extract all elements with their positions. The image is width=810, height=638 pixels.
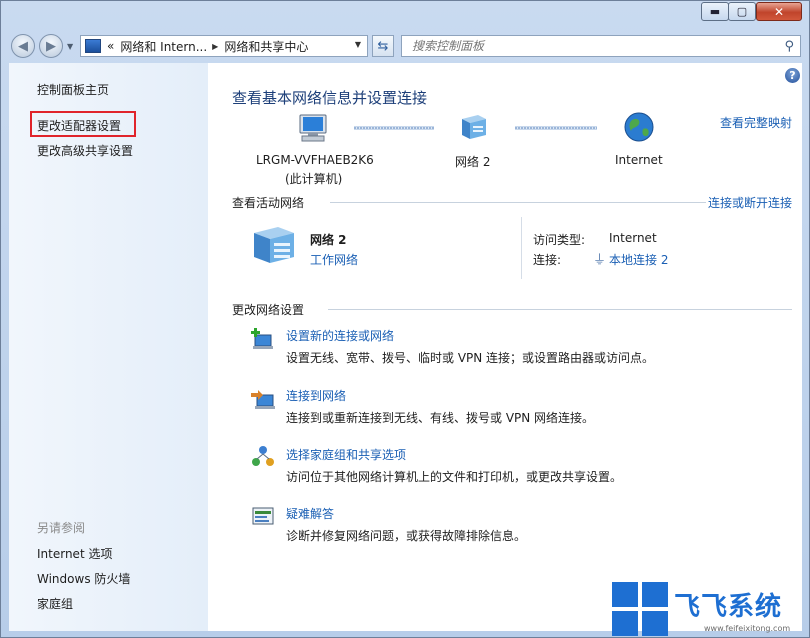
map-link-computer-network (354, 126, 434, 130)
refresh-icon: ⇆ (377, 38, 389, 54)
access-type-value: Internet (609, 231, 657, 245)
breadcrumb-network-internet[interactable]: 网络和 Intern... (120, 38, 207, 55)
back-arrow-icon: ◀ (18, 38, 28, 54)
forward-button[interactable]: ▶ (39, 34, 63, 58)
close-button[interactable]: ✕ (756, 2, 802, 21)
window: ▬ ▢ ✕ ◀ ▶ ▼ « 网络和 Intern... ▶ 网络和共享中心 ▼ … (0, 0, 810, 638)
windows-logo-icon (612, 582, 668, 636)
minimize-button[interactable]: ▬ (701, 2, 729, 21)
active-network-icon (250, 223, 298, 270)
watermark-text: 飞飞系统 (674, 592, 783, 622)
see-also-heading: 另请参阅 (37, 521, 86, 535)
forward-arrow-icon: ▶ (46, 38, 56, 54)
map-link-network-internet (515, 126, 597, 130)
divider (330, 202, 706, 203)
task-new-connection-link[interactable]: 设置新的连接或网络 (286, 327, 394, 344)
sidebar: 控制面板主页 更改适配器设置 更改高级共享设置 另请参阅 Internet 选项… (9, 63, 208, 631)
breadcrumb-separator-icon[interactable]: ▶ (212, 42, 218, 51)
task-connect-network-desc: 连接到或重新连接到无线、有线、拨号或 VPN 网络连接。 (286, 411, 595, 425)
divider (328, 309, 792, 310)
see-also-windows-firewall[interactable]: Windows 防火墙 (37, 570, 130, 587)
help-icon[interactable]: ? (785, 68, 800, 83)
connect-disconnect-link[interactable]: 连接或断开连接 (708, 194, 792, 211)
network-type-link[interactable]: 工作网络 (310, 251, 358, 268)
view-full-map-link[interactable]: 查看完整映射 (720, 114, 792, 131)
connections-label: 连接: (533, 253, 562, 267)
search-input[interactable] (410, 38, 774, 54)
address-dropdown-icon[interactable]: ▼ (355, 40, 361, 49)
task-homegroup-link[interactable]: 选择家庭组和共享选项 (286, 446, 406, 463)
see-also-internet-options[interactable]: Internet 选项 (37, 545, 112, 562)
title-bar: ▬ ▢ ✕ (1, 1, 809, 29)
sidebar-home-link[interactable]: 控制面板主页 (37, 81, 109, 98)
access-type-label: 访问类型: (533, 233, 586, 247)
computer-subtitle: (此计算机) (285, 172, 343, 186)
watermark-url: www.feifeixitong.com (704, 624, 791, 633)
navigation-bar: ◀ ▶ ▼ « 网络和 Intern... ▶ 网络和共享中心 ▼ ⇆ ⚲ (1, 29, 809, 63)
task-homegroup-desc: 访问位于其他网络计算机上的文件和打印机，或更改共享设置。 (286, 470, 623, 484)
recent-pages-dropdown[interactable]: ▼ (67, 42, 73, 51)
task-new-connection-desc: 设置无线、宽带、拨号、临时或 VPN 连接；或设置路由器或访问点。 (286, 351, 655, 365)
troubleshoot-icon (251, 505, 275, 532)
map-internet-label: Internet (615, 153, 663, 167)
active-network-name: 网络 2 (310, 233, 347, 247)
refresh-button[interactable]: ⇆ (372, 35, 394, 57)
change-settings-heading: 更改网络设置 (232, 303, 305, 317)
local-connection-link[interactable]: 本地连接 2 (609, 251, 668, 268)
search-icon[interactable]: ⚲ (784, 39, 794, 54)
breadcrumb-network-sharing-center[interactable]: 网络和共享中心 (224, 38, 308, 55)
sidebar-change-adapter-settings[interactable]: 更改适配器设置 (37, 117, 121, 134)
page-title: 查看基本网络信息并设置连接 (232, 89, 428, 107)
ethernet-plug-icon: ⏚ (593, 253, 607, 268)
control-panel-icon (85, 39, 101, 53)
sidebar-advanced-sharing-settings[interactable]: 更改高级共享设置 (37, 142, 133, 159)
computer-icon (296, 113, 330, 146)
homegroup-icon (251, 445, 275, 472)
maximize-button[interactable]: ▢ (728, 2, 756, 21)
task-troubleshoot-desc: 诊断并修复网络问题，或获得故障排除信息。 (286, 529, 527, 543)
watermark: 飞飞系统 www.feifeixitong.com (612, 582, 808, 636)
connect-network-icon (251, 387, 275, 414)
search-box[interactable]: ⚲ (401, 35, 801, 57)
main-content: ? 查看基本网络信息并设置连接 查看完整映射 LRGM-VVFHAEB2K6 (… (208, 63, 802, 631)
breadcrumb-overflow[interactable]: « (107, 39, 114, 53)
active-networks-heading: 查看活动网络 (232, 196, 305, 210)
task-connect-network-link[interactable]: 连接到网络 (286, 387, 346, 404)
internet-globe-icon (623, 111, 655, 146)
map-network-label: 网络 2 (455, 155, 491, 169)
address-bar[interactable]: « 网络和 Intern... ▶ 网络和共享中心 ▼ (80, 35, 368, 57)
computer-name: LRGM-VVFHAEB2K6 (256, 153, 374, 167)
task-troubleshoot-link[interactable]: 疑难解答 (286, 505, 334, 522)
back-button[interactable]: ◀ (11, 34, 35, 58)
network-icon (458, 111, 490, 146)
new-connection-icon (251, 327, 275, 354)
see-also-homegroup[interactable]: 家庭组 (37, 595, 73, 612)
vertical-divider (521, 217, 522, 279)
